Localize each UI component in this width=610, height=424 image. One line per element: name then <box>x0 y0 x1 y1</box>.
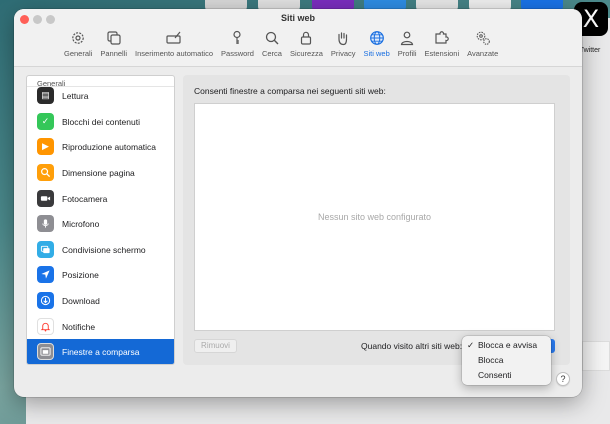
tab-avanzate[interactable]: Avanzate <box>463 29 502 63</box>
dropdown-option-blocca[interactable]: Blocca <box>462 353 551 368</box>
content-area: Generali ▤ Lettura ✓ Blocchi dei contenu… <box>26 75 570 367</box>
dropdown-option-blocca-e-avvisa[interactable]: ✓ Blocca e avvisa <box>462 338 551 353</box>
twitter-logo-glyph: X <box>582 5 600 33</box>
sidebar-item-label: Dimensione pagina <box>62 167 135 178</box>
screen-share-icon <box>37 241 54 259</box>
key-icon <box>233 30 242 44</box>
sidebar-item-label: Microfono <box>62 218 100 229</box>
tab-generali[interactable]: Generali <box>60 29 96 63</box>
popup-window-icon <box>37 343 54 361</box>
dropdown-option-consenti[interactable]: Consenti <box>462 368 551 383</box>
main-panel: Consenti finestre a comparsa nei seguent… <box>183 75 570 365</box>
sidebar-item-dimensione-pagina[interactable]: Dimensione pagina <box>27 160 174 186</box>
tab-privacy[interactable]: Privacy <box>327 29 360 63</box>
dropdown-option-label: Blocca <box>478 355 504 365</box>
titlebar: Siti web Generali Pannelli Inserimento a… <box>14 9 582 67</box>
sidebar-item-condivisione-schermo[interactable]: Condivisione schermo <box>27 237 174 263</box>
help-button[interactable]: ? <box>556 372 570 386</box>
tab-label: Pannelli <box>100 49 128 58</box>
shield-check-icon: ✓ <box>37 113 54 131</box>
sidebar-item-label: Riproduzione automatica <box>62 141 157 152</box>
tab-label: Sicurezza <box>289 49 323 58</box>
globe-icon <box>369 31 384 45</box>
sidebar-item-lettura[interactable]: ▤ Lettura <box>27 83 174 109</box>
tab-profili[interactable]: Profili <box>394 29 421 63</box>
tab-sicurezza[interactable]: Sicurezza <box>286 29 327 63</box>
hand-icon <box>338 32 348 46</box>
dropdown-option-label: Consenti <box>478 370 512 380</box>
microphone-icon <box>37 215 54 233</box>
sidebar: Generali ▤ Lettura ✓ Blocchi dei contenu… <box>26 75 175 365</box>
sidebar-item-label: Blocchi dei contenuti <box>62 116 140 127</box>
tabs-icon <box>107 31 121 45</box>
tab-pannelli[interactable]: Pannelli <box>96 29 131 63</box>
background-panel <box>582 341 610 371</box>
search-icon <box>265 31 279 45</box>
gear-icon <box>72 32 84 44</box>
sidebar-item-posizione[interactable]: Posizione <box>27 262 174 288</box>
sidebar-item-notifiche[interactable]: Notifiche <box>27 314 174 340</box>
checkmark-icon: ✓ <box>467 340 475 350</box>
tab-label: Privacy <box>330 49 356 58</box>
tab-password[interactable]: Password <box>217 29 258 63</box>
puzzle-icon <box>435 31 449 44</box>
section-heading: Consenti finestre a comparsa nei seguent… <box>194 86 386 96</box>
tab-label: Siti web <box>363 49 390 58</box>
camera-icon <box>37 190 54 208</box>
bell-icon <box>37 318 54 336</box>
tab-label: Password <box>221 49 254 58</box>
sidebar-item-finestre-a-comparsa[interactable]: Finestre a comparsa <box>27 339 174 364</box>
play-icon: ▶ <box>37 138 54 156</box>
tab-label: Profili <box>397 49 417 58</box>
sidebar-item-label: Condivisione schermo <box>62 244 146 255</box>
tab-estensioni[interactable]: Estensioni <box>421 29 464 63</box>
tab-siti-web[interactable]: Siti web <box>360 29 394 63</box>
sidebar-item-label: Fotocamera <box>62 193 108 204</box>
sidebar-item-blocchi-dei-contenuti[interactable]: ✓ Blocchi dei contenuti <box>27 109 174 135</box>
reader-icon: ▤ <box>37 87 54 105</box>
tab-cerca[interactable]: Cerca <box>258 29 286 63</box>
websites-list[interactable]: Nessun sito web configurato <box>194 103 555 331</box>
sidebar-item-label: Notifiche <box>62 321 96 332</box>
window-title: Siti web <box>280 13 315 23</box>
other-sites-dropdown-menu[interactable]: ✓ Blocca e avvisa Blocca Consenti <box>462 336 551 385</box>
tab-label: Avanzate <box>467 49 499 58</box>
advanced-gears-icon <box>476 31 490 45</box>
lock-icon <box>301 31 312 45</box>
tab-inserimento-automatico[interactable]: Inserimento automatico <box>131 29 217 63</box>
tab-label: Cerca <box>261 49 282 58</box>
preferences-toolbar: Generali Pannelli Inserimento automatico… <box>60 29 502 63</box>
tab-label: Estensioni <box>424 49 460 58</box>
location-arrow-icon <box>37 266 54 284</box>
download-icon <box>37 292 54 310</box>
sidebar-item-label: Finestre a comparsa <box>62 346 140 357</box>
sidebar-item-label: Lettura <box>62 90 89 101</box>
person-icon <box>400 31 414 46</box>
sidebar-item-riproduzione-automatica[interactable]: ▶ Riproduzione automatica <box>27 134 174 160</box>
sidebar-item-label: Posizione <box>62 269 99 280</box>
autofill-icon <box>166 31 181 44</box>
sidebar-item-fotocamera[interactable]: Fotocamera <box>27 186 174 212</box>
sidebar-item-download[interactable]: Download <box>27 288 174 314</box>
remove-button[interactable]: Rimuovi <box>194 339 237 353</box>
tab-label: Generali <box>64 49 93 58</box>
zoom-icon <box>37 164 54 182</box>
sidebar-item-microfono[interactable]: Microfono <box>27 211 174 237</box>
dropdown-option-label: Blocca e avvisa <box>478 340 538 350</box>
tab-label: Inserimento automatico <box>135 49 214 58</box>
sidebar-item-label: Download <box>62 295 100 306</box>
empty-list-text: Nessun sito web configurato <box>317 212 432 222</box>
other-sites-label: Quando visito altri siti web: <box>361 341 463 351</box>
